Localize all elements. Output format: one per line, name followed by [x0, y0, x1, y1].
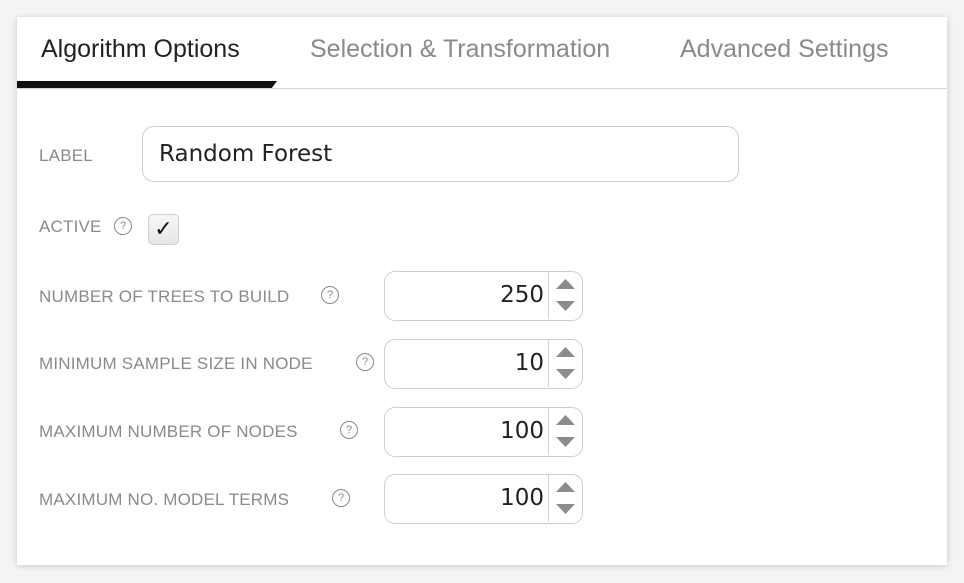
min-sample-decrement-button[interactable] — [549, 364, 582, 387]
triangle-down-icon — [556, 504, 575, 514]
num-trees-increment-button[interactable] — [549, 272, 582, 295]
min-sample-spinner — [548, 340, 582, 387]
min-sample-caption: MINIMUM SAMPLE SIZE IN NODE — [39, 354, 313, 373]
tab-advanced-settings[interactable]: Advanced Settings — [680, 35, 888, 64]
settings-panel: Algorithm Options Selection & Transforma… — [17, 17, 947, 565]
max-nodes-value[interactable]: 100 — [500, 408, 544, 455]
max-nodes-increment-button[interactable] — [549, 408, 582, 431]
max-terms-caption: MAXIMUM NO. MODEL TERMS — [39, 490, 290, 509]
max-terms-value[interactable]: 100 — [500, 475, 544, 522]
max-nodes-decrement-button[interactable] — [549, 432, 582, 455]
triangle-down-icon — [556, 301, 575, 311]
triangle-down-icon — [556, 369, 575, 379]
max-terms-stepper[interactable]: 100 — [384, 474, 583, 524]
tab-bar: Algorithm Options Selection & Transforma… — [17, 17, 947, 89]
tab-algorithm-options[interactable]: Algorithm Options — [41, 35, 240, 64]
triangle-up-icon — [556, 347, 575, 357]
min-sample-stepper[interactable]: 10 — [384, 339, 583, 389]
max-terms-spinner — [548, 475, 582, 522]
active-caption: ACTIVE — [39, 217, 102, 236]
min-sample-increment-button[interactable] — [549, 340, 582, 363]
num-trees-help-icon[interactable]: ? — [321, 286, 339, 304]
max-nodes-stepper[interactable]: 100 — [384, 407, 583, 457]
max-nodes-caption: MAXIMUM NUMBER OF NODES — [39, 422, 298, 441]
triangle-up-icon — [556, 482, 575, 492]
tab-selection-transformation[interactable]: Selection & Transformation — [310, 35, 610, 64]
max-nodes-help-icon[interactable]: ? — [340, 421, 358, 439]
active-tab-indicator — [17, 81, 277, 88]
num-trees-value[interactable]: 250 — [500, 272, 544, 319]
label-input[interactable] — [142, 126, 739, 182]
triangle-up-icon — [556, 415, 575, 425]
max-terms-increment-button[interactable] — [549, 475, 582, 498]
active-help-icon[interactable]: ? — [114, 217, 132, 235]
max-terms-help-icon[interactable]: ? — [332, 489, 350, 507]
triangle-down-icon — [556, 437, 575, 447]
label-field-caption: LABEL — [39, 146, 93, 165]
active-checkbox[interactable]: ✓ — [148, 214, 179, 245]
triangle-up-icon — [556, 279, 575, 289]
min-sample-value[interactable]: 10 — [515, 340, 544, 387]
max-terms-decrement-button[interactable] — [549, 499, 582, 522]
min-sample-help-icon[interactable]: ? — [356, 353, 374, 371]
num-trees-caption: NUMBER OF TREES TO BUILD — [39, 287, 290, 306]
max-nodes-spinner — [548, 408, 582, 455]
num-trees-decrement-button[interactable] — [549, 296, 582, 319]
num-trees-spinner — [548, 272, 582, 319]
num-trees-stepper[interactable]: 250 — [384, 271, 583, 321]
